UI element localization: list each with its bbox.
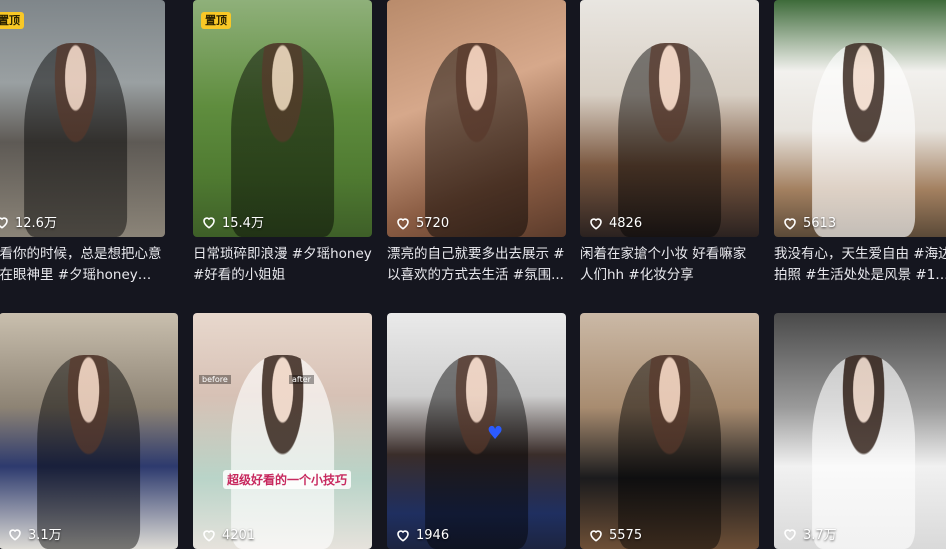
heart-icon [784, 218, 796, 230]
video-caption[interactable]: 闲着在家搶个小妆 好看嘛家人们hh #化妆分享 [580, 244, 759, 286]
pinned-badge: 置顶 [0, 12, 24, 29]
like-count-value: 1946 [416, 527, 450, 543]
like-count: 5720 [395, 215, 449, 231]
video-thumbnail[interactable]: 3.1万 [0, 313, 178, 549]
blue-heart-emoji: ♥ [487, 423, 504, 444]
video-card[interactable]: 3.1万 [0, 313, 178, 549]
like-count-value: 5720 [416, 215, 450, 231]
video-card[interactable]: 5575 [580, 313, 759, 549]
pinned-badge: 置顶 [201, 12, 231, 29]
video-thumbnail[interactable]: 置顶 15.4万 [193, 0, 372, 237]
like-count: 4201 [201, 527, 255, 543]
thumbnail-photo [230, 355, 335, 549]
heart-icon [590, 530, 602, 542]
video-card[interactable]: 5720 漂亮的自己就要多出去展示 #以喜欢的方式去生活 #氛围... [387, 0, 566, 286]
like-count-value: 4201 [222, 527, 256, 543]
video-thumbnail[interactable]: 置顶 12.6万 [0, 0, 165, 237]
heart-icon [784, 528, 796, 541]
video-caption[interactable]: 漂亮的自己就要多出去展示 #以喜欢的方式去生活 #氛围... [387, 244, 566, 286]
video-caption[interactable]: 日常琐碎即浪漫 #夕瑶honey #好看的小姐姐 [193, 244, 372, 286]
thumbnail-photo [617, 42, 722, 237]
heart-icon [203, 530, 215, 542]
heart-icon [397, 218, 409, 230]
video-card[interactable]: 3.7万 [774, 313, 946, 549]
thumbnail-photo [424, 42, 529, 237]
like-count-value: 3.7万 [803, 528, 837, 543]
thumbnail-photo [424, 355, 529, 549]
thumbnail-photo [811, 42, 916, 237]
heart-icon [0, 216, 8, 229]
video-card[interactable]: before after 超级好看的一个小技巧 4201 [193, 313, 372, 549]
like-count: 15.4万 [201, 212, 264, 231]
thumbnail-photo [36, 355, 141, 549]
video-card[interactable]: 置顶 12.6万 偷看你的时候，总是想把心意藏在眼神里 #夕瑶honey #..… [0, 0, 165, 286]
heart-icon [203, 216, 215, 229]
like-count: 4826 [588, 215, 642, 231]
thumbnail-photo [811, 355, 916, 549]
thumbnail-photo [23, 42, 128, 237]
like-count-value: 5613 [803, 215, 837, 231]
heart-icon [590, 218, 602, 230]
video-thumbnail[interactable]: 5575 [580, 313, 759, 549]
video-thumbnail[interactable]: 3.7万 [774, 313, 946, 549]
thumbnail-photo [617, 355, 722, 549]
like-count-value: 4826 [609, 215, 643, 231]
video-card[interactable]: 4826 闲着在家搶个小妆 好看嘛家人们hh #化妆分享 [580, 0, 759, 286]
thumbnail-banner-text: 超级好看的一个小技巧 [223, 470, 352, 489]
video-thumbnail[interactable]: 4826 [580, 0, 759, 237]
video-thumbnail[interactable]: before after 超级好看的一个小技巧 4201 [193, 313, 372, 549]
like-count: 5613 [782, 215, 836, 231]
like-count: 1946 [395, 527, 449, 543]
video-thumbnail[interactable]: 5720 [387, 0, 566, 237]
before-label: before [199, 375, 231, 384]
video-card[interactable]: 置顶 15.4万 日常琐碎即浪漫 #夕瑶honey #好看的小姐姐 [193, 0, 372, 286]
like-count: 12.6万 [0, 212, 57, 231]
like-count: 5575 [588, 527, 642, 543]
thumbnail-photo [230, 42, 335, 237]
like-count: 3.1万 [7, 524, 62, 543]
video-grid: 置顶 12.6万 偷看你的时候，总是想把心意藏在眼神里 #夕瑶honey #..… [0, 0, 946, 549]
video-caption[interactable]: 偷看你的时候，总是想把心意藏在眼神里 #夕瑶honey #... [0, 244, 165, 286]
video-thumbnail[interactable]: 5613 [774, 0, 946, 237]
like-count-value: 15.4万 [222, 216, 264, 231]
video-thumbnail[interactable]: ♥ 1946 [387, 313, 566, 549]
video-caption[interactable]: 我没有心，天生爱自由 #海边拍照 #生活处处是风景 #18... [774, 244, 946, 286]
video-card[interactable]: ♥ 1946 [387, 313, 566, 549]
like-count-value: 12.6万 [15, 216, 57, 231]
after-label: after [289, 375, 314, 384]
heart-icon [397, 530, 409, 542]
video-card[interactable]: 5613 我没有心，天生爱自由 #海边拍照 #生活处处是风景 #18... [774, 0, 946, 286]
like-count-value: 5575 [609, 527, 643, 543]
like-count-value: 3.1万 [28, 528, 62, 543]
heart-icon [9, 528, 21, 541]
like-count: 3.7万 [782, 524, 837, 543]
